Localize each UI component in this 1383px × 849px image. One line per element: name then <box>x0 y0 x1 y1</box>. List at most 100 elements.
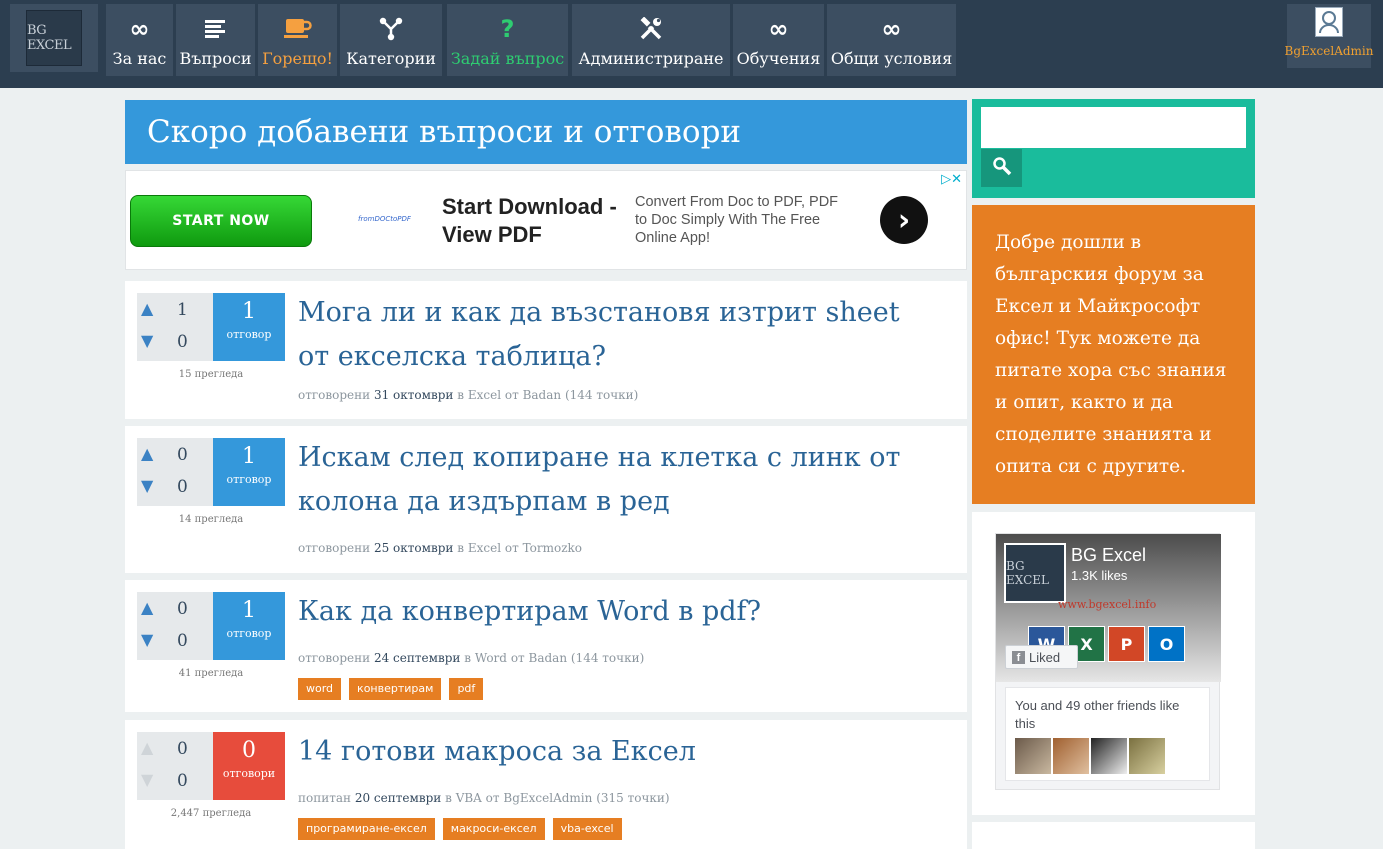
meta-category-link[interactable]: VBA <box>456 791 482 805</box>
answer-count: 1 <box>242 299 256 324</box>
tag[interactable]: word <box>298 678 342 700</box>
question-title-link[interactable]: Искам след копиране на клетка с линк от … <box>298 436 938 524</box>
facebook-page-logo[interactable]: BG EXCEL <box>1004 543 1066 603</box>
vote-up-icon[interactable]: ▲ <box>141 740 161 756</box>
meta-date[interactable]: 25 октомври <box>374 541 453 555</box>
friend-avatar[interactable] <box>1129 738 1165 774</box>
question-item: ▲ 0 ▼ 0 0 отговори 2,447 прегледа 14 гот… <box>125 720 967 849</box>
meta-by: от <box>510 651 525 665</box>
meta-user-link[interactable]: Badan <box>529 651 568 665</box>
facebook-liked-label: Liked <box>1029 649 1061 665</box>
meta-category-link[interactable]: Excel <box>468 541 501 555</box>
vote-down-icon[interactable]: ▼ <box>141 333 161 349</box>
nav-hot-label: Горещо! <box>262 49 333 68</box>
facebook-page-card[interactable]: BG EXCEL BG Excel 1.3K likes www.bgexcel… <box>995 533 1221 790</box>
vote-down-icon[interactable]: ▼ <box>141 632 161 648</box>
tag[interactable]: vba-excel <box>552 818 622 840</box>
adchoices-icon[interactable]: ▷✕ <box>941 172 962 187</box>
list-icon <box>204 13 227 45</box>
meta-by: от <box>504 541 519 555</box>
meta-date[interactable]: 20 септември <box>355 791 441 805</box>
nav-categories[interactable]: Категории <box>340 4 442 76</box>
meta-points: (144 точки) <box>570 651 645 665</box>
question-title-link[interactable]: 14 готови макроса за Ексел <box>298 730 938 774</box>
nav-questions[interactable]: Въпроси <box>176 4 255 76</box>
question-item: ▲ 0 ▼ 0 1 отговор 14 прегледа Искам след… <box>125 426 967 573</box>
question-item: ▲ 0 ▼ 0 1 отговор 41 прегледа Как да кон… <box>125 580 967 712</box>
meta-user-link[interactable]: Tormozko <box>523 541 582 555</box>
answer-count-label: отговор <box>226 627 272 640</box>
user-menu[interactable]: BgExcelAdmin <box>1285 4 1374 68</box>
ad-banner[interactable]: START NOW fromDOCtoPDF Start Download - … <box>125 170 967 270</box>
infinity-icon: ∞ <box>881 15 902 43</box>
view-count: 14 прегледа <box>178 514 244 525</box>
meta-category-link[interactable]: Word <box>475 651 507 665</box>
friend-avatar[interactable] <box>1091 738 1127 774</box>
nav-admin[interactable]: Администриране <box>572 4 730 76</box>
nav-categories-label: Категории <box>346 49 436 68</box>
question-meta: отговорени 31 октомври в Excel от Badan … <box>298 388 638 402</box>
nav-trainings[interactable]: ∞ Обучения <box>733 4 824 76</box>
nav-about-label: За нас <box>112 49 167 68</box>
vote-up-icon[interactable]: ▲ <box>141 446 161 462</box>
ad-brand-logo: fromDOCtoPDF <box>358 215 411 223</box>
answer-count-box: 0 отговори <box>213 732 285 800</box>
question-meta: отговорени 25 октомври в Excel от Tormoz… <box>298 541 582 555</box>
nav-ask-question[interactable]: ? Задай въпрос <box>447 4 568 76</box>
ad-arrow-button[interactable]: › <box>880 196 928 244</box>
facebook-like-count: 1.3K likes <box>1071 568 1128 583</box>
ad-start-button[interactable]: START NOW <box>130 195 312 247</box>
vote-up-icon[interactable]: ▲ <box>141 600 161 616</box>
meta-date[interactable]: 31 октомври <box>374 388 453 402</box>
nav-hot[interactable]: Горещо! <box>258 4 337 76</box>
facebook-friend-avatars <box>1015 738 1165 774</box>
answer-count: 0 <box>242 738 256 763</box>
search-input[interactable] <box>981 107 1246 148</box>
tag[interactable]: конвертирам <box>349 678 442 700</box>
answer-count-box: 1 отговор <box>213 293 285 361</box>
search-icon <box>992 156 1012 180</box>
facebook-liked-button[interactable]: f Liked <box>1005 645 1078 669</box>
meta-user-link[interactable]: BgExcelAdmin <box>503 791 592 805</box>
nav-questions-label: Въпроси <box>179 49 252 68</box>
nav-admin-label: Администриране <box>578 49 724 68</box>
search-button[interactable] <box>981 149 1022 187</box>
meta-category-link[interactable]: Excel <box>468 388 501 402</box>
vote-down-icon[interactable]: ▼ <box>141 772 161 788</box>
infinity-icon: ∞ <box>768 15 789 43</box>
friend-avatar[interactable] <box>1053 738 1089 774</box>
friend-avatar[interactable] <box>1015 738 1051 774</box>
nav-terms[interactable]: ∞ Общи условия <box>827 4 956 76</box>
downvote-count: 0 <box>177 332 188 352</box>
ad-headline[interactable]: Start Download - View PDF <box>442 193 617 249</box>
facebook-friends-text: You and 49 other friends like this <box>1015 698 1180 731</box>
site-logo[interactable]: BG EXCEL <box>10 4 98 72</box>
downvote-count: 0 <box>177 771 188 791</box>
meta-date[interactable]: 24 септември <box>374 651 460 665</box>
tag-list: word конвертирам pdf <box>298 678 484 700</box>
facebook-page-name[interactable]: BG Excel <box>1071 545 1146 566</box>
tag[interactable]: pdf <box>449 678 484 700</box>
outlook-icon: O <box>1148 626 1185 662</box>
meta-user-link[interactable]: Badan <box>523 388 562 402</box>
site-logo-text: BG EXCEL <box>26 10 82 66</box>
meta-in: в <box>464 651 471 665</box>
question-title-link[interactable]: Как да конвертирам Word в pdf? <box>298 590 938 634</box>
upvote-count: 0 <box>177 739 188 759</box>
question-meta: попитан 20 септември в VBA от BgExcelAdm… <box>298 791 670 805</box>
vote-down-icon[interactable]: ▼ <box>141 478 161 494</box>
answer-count-box: 1 отговор <box>213 592 285 660</box>
answer-count-label: отговори <box>222 767 276 780</box>
view-count: 41 прегледа <box>178 668 244 679</box>
nav-about[interactable]: ∞ За нас <box>106 4 173 76</box>
tag[interactable]: програмиране-ексел <box>298 818 435 840</box>
powerpoint-icon: P <box>1108 626 1145 662</box>
search-panel <box>972 99 1255 198</box>
upvote-count: 1 <box>177 300 188 320</box>
tag[interactable]: макроси-ексел <box>442 818 545 840</box>
ad-description: Convert From Doc to PDF, PDF to Doc Simp… <box>635 194 839 246</box>
question-title-link[interactable]: Мога ли и как да възстановя изтрит sheet… <box>298 291 938 379</box>
vote-up-icon[interactable]: ▲ <box>141 301 161 317</box>
downvote-count: 0 <box>177 631 188 651</box>
facebook-cover-url: www.bgexcel.info <box>1058 598 1157 611</box>
